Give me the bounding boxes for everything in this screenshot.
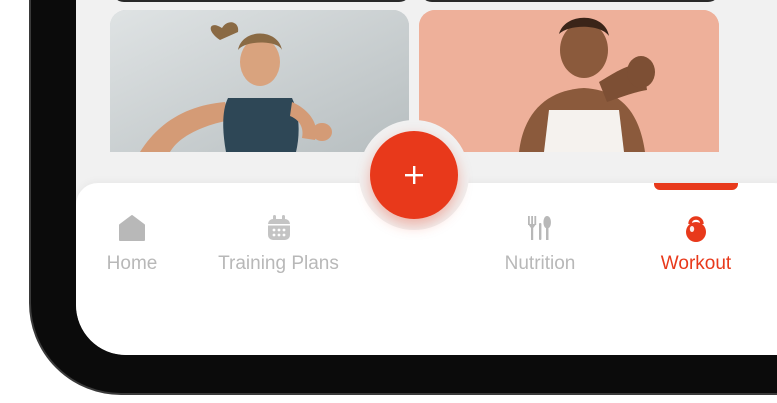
nav-label-nutrition: Nutrition — [504, 253, 576, 274]
upper-card-left[interactable] — [112, 0, 411, 2]
utensils-icon — [525, 213, 555, 243]
app-screenshot: Home Training Plans Nutrition Workout — [0, 0, 777, 403]
kettlebell-icon — [681, 213, 711, 243]
woman-running-photo — [110, 10, 409, 152]
home-icon — [117, 213, 147, 243]
plus-icon — [403, 164, 425, 186]
calendar-icon — [264, 213, 294, 243]
upper-card-right[interactable] — [420, 0, 720, 2]
workout-card-boxing[interactable] — [419, 10, 719, 152]
active-tab-indicator — [654, 183, 738, 190]
woman-boxing-stance-photo — [419, 10, 719, 152]
phone-screen: Home Training Plans Nutrition Workout — [76, 0, 777, 355]
nav-item-workout[interactable]: Workout — [650, 213, 742, 275]
nav-item-home[interactable]: Home — [98, 213, 166, 275]
nav-label-workout: Workout — [660, 253, 732, 274]
nav-label-training-plans: Training Plans — [218, 253, 339, 274]
add-button[interactable] — [370, 131, 458, 219]
nav-label-home: Home — [106, 253, 158, 274]
nav-item-nutrition[interactable]: Nutrition — [490, 213, 590, 275]
nav-item-training-plans[interactable]: Training Plans — [206, 213, 351, 275]
workout-card-running[interactable] — [110, 10, 409, 152]
